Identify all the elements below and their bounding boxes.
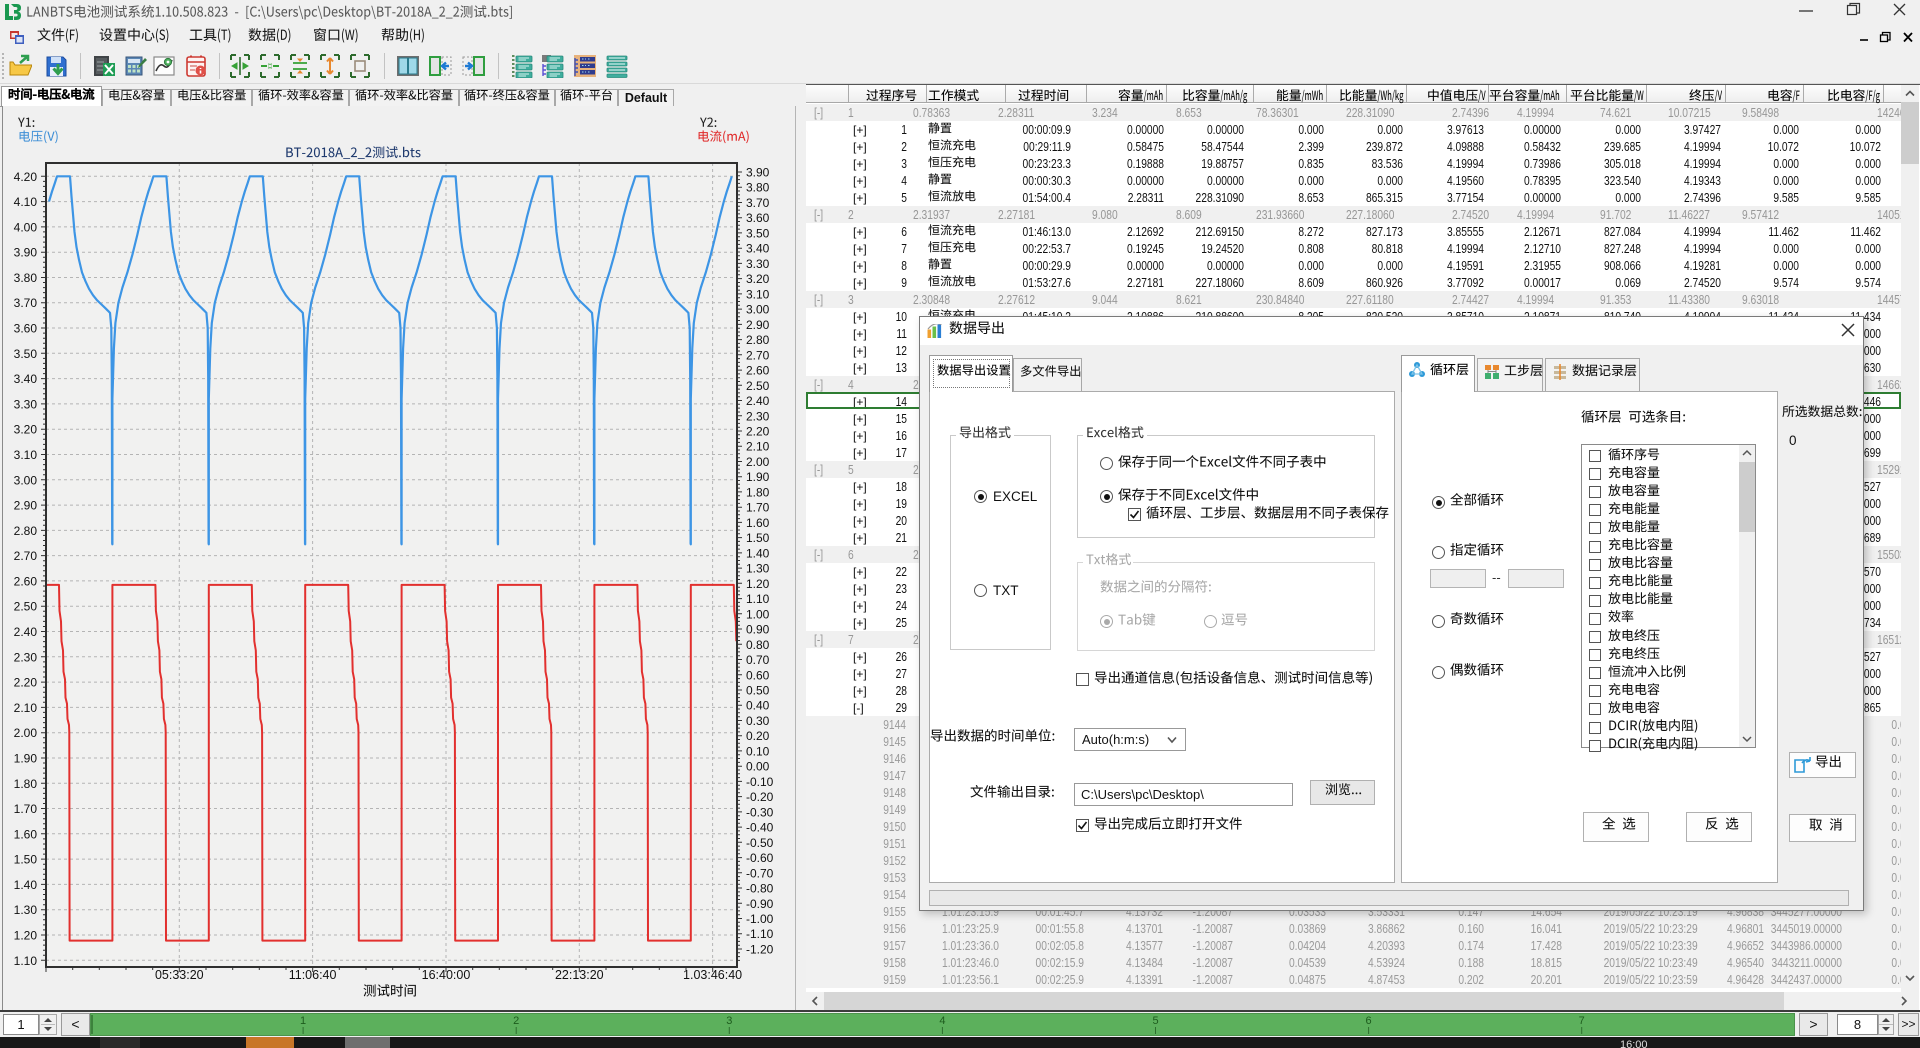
svg-text:2: 2 — [513, 1015, 519, 1027]
svg-text:3: 3 — [726, 1015, 732, 1027]
svg-text:4: 4 — [939, 1015, 945, 1027]
svg-text:7: 7 — [1579, 1015, 1585, 1027]
svg-text:6: 6 — [1366, 1015, 1372, 1027]
svg-text:5: 5 — [1152, 1015, 1158, 1027]
svg-text:1: 1 — [300, 1015, 306, 1027]
